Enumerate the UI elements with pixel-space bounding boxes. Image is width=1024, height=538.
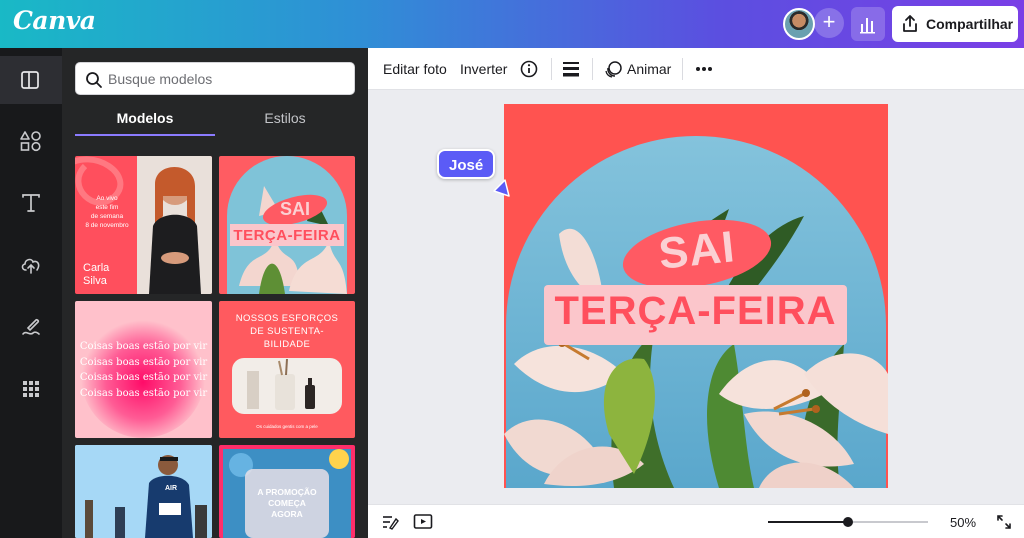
search-box[interactable]	[75, 62, 355, 95]
rail-item-draw[interactable]	[0, 302, 62, 350]
template-text-line: Coisas boas estão por vir	[79, 387, 208, 399]
design-page[interactable]: SAI TERÇA-FEIRA	[504, 104, 888, 488]
toolbar-divider	[551, 58, 552, 80]
template-top-text: SAI	[279, 199, 310, 219]
text-icon	[22, 194, 40, 212]
template-artwork	[232, 358, 342, 414]
active-tab-indicator	[75, 134, 215, 136]
template-thumbnail[interactable]: A PROMOÇÃO COMEÇA AGORA	[219, 445, 355, 538]
template-text-line: este fim	[95, 204, 119, 211]
template-thumbnail[interactable]: SAI TERÇA-FEIRA	[219, 156, 355, 294]
template-thumbnail[interactable]: Coisas boas estão por vir Coisas boas es…	[75, 301, 212, 438]
template-badge: AIR	[164, 485, 178, 492]
template-caption: Os cuidados gentis com a pele	[256, 424, 318, 429]
search-icon	[86, 72, 102, 88]
template-artwork	[75, 445, 212, 538]
insights-button[interactable]	[851, 7, 885, 41]
zoom-level[interactable]: 50%	[950, 515, 976, 530]
rail-item-text[interactable]	[0, 178, 62, 226]
template-text-line: 8 de novembro	[85, 222, 129, 229]
zoom-slider-handle[interactable]	[843, 517, 853, 527]
avatar[interactable]	[783, 8, 815, 40]
more-options-icon[interactable]	[695, 66, 713, 72]
add-collaborator-button[interactable]: +	[814, 8, 844, 38]
template-thumbnail[interactable]: NOSSOS ESFORÇOS DE SUSTENTA-BILIDADE Os …	[219, 301, 355, 438]
collaborator-tag: José	[437, 149, 496, 179]
template-text-line: Ao vivo	[96, 195, 118, 202]
fullscreen-icon[interactable]	[996, 514, 1012, 530]
share-label: Compartilhar	[926, 16, 1014, 32]
toolbar-divider	[682, 58, 683, 80]
rail-item-elements[interactable]	[0, 116, 62, 164]
template-text-line: de semana	[90, 213, 124, 220]
template-artwork	[227, 156, 347, 294]
bar-chart-icon	[860, 18, 875, 34]
search-input[interactable]	[108, 69, 348, 89]
layout-icon	[21, 71, 39, 89]
template-bottom-text: TERÇA-FEIRA	[233, 227, 341, 244]
tab-estilos[interactable]: Estilos	[215, 110, 355, 136]
toolbar-divider	[592, 58, 593, 80]
tab-modelos[interactable]: Modelos	[75, 110, 215, 136]
rail-item-design[interactable]	[0, 56, 62, 104]
bottom-bar: 50%	[368, 504, 1024, 538]
lines-icon[interactable]	[562, 61, 580, 77]
draw-icon	[22, 318, 40, 335]
cursor-pointer-icon	[493, 179, 510, 197]
template-thumbnail[interactable]: AIR	[75, 445, 212, 538]
side-rail	[0, 48, 62, 538]
elements-icon	[20, 131, 41, 152]
edit-photo-button[interactable]: Editar foto	[383, 61, 447, 77]
canva-logo[interactable]: Canva	[13, 6, 96, 35]
template-name: Carla Silva	[83, 262, 110, 287]
flip-button[interactable]: Inverter	[460, 61, 507, 77]
notes-icon[interactable]	[381, 513, 399, 531]
editor-toolbar: Editar foto Inverter Animar	[368, 48, 1024, 90]
share-icon	[903, 15, 917, 32]
template-text-line: Coisas boas estão por vir	[79, 372, 208, 383]
template-text-line: Coisas boas estão por vir	[79, 341, 208, 352]
share-button[interactable]: Compartilhar	[892, 6, 1018, 42]
template-text-line: Coisas boas estão por vir	[79, 356, 208, 368]
apps-icon	[23, 381, 39, 397]
template-text: A PROMOÇÃO COMEÇA AGORA	[257, 487, 317, 519]
zoom-slider-fill	[768, 521, 848, 523]
animate-icon	[605, 61, 622, 78]
templates-panel: Modelos Estilos Ao vivo este fim de sema…	[62, 48, 368, 538]
present-icon[interactable]	[413, 513, 433, 531]
rail-item-uploads[interactable]	[0, 240, 62, 288]
design-bottom-text[interactable]: TERÇA-FEIRA	[544, 289, 847, 334]
animate-button[interactable]: Animar	[627, 61, 671, 77]
template-thumbnail[interactable]: Ao vivo este fim de semana 8 de novembro…	[75, 156, 212, 294]
info-icon[interactable]	[520, 60, 538, 78]
top-bar: Canva + Compartilhar	[0, 0, 1024, 48]
upload-icon	[21, 258, 40, 274]
rail-item-apps[interactable]	[0, 364, 62, 412]
